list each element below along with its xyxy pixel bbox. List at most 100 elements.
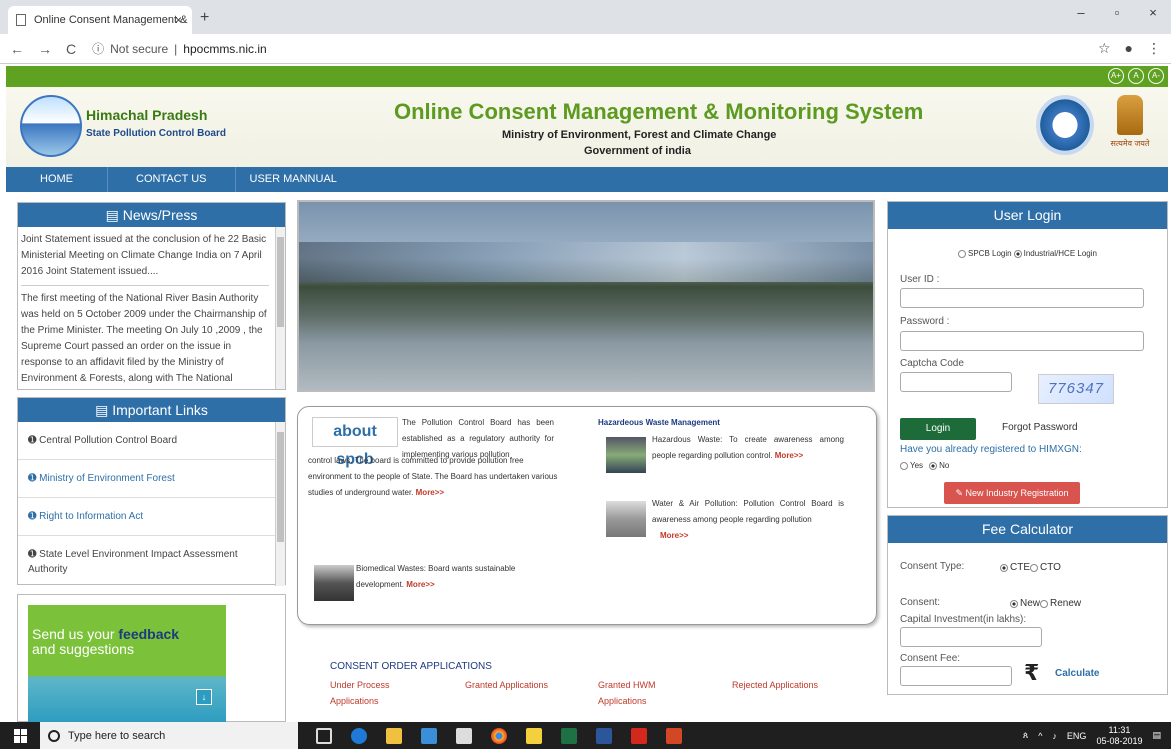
links-title: ▤ Important Links bbox=[18, 398, 285, 422]
close-window-button[interactable]: × bbox=[1135, 5, 1171, 20]
user-id-input[interactable] bbox=[900, 288, 1144, 308]
task-view-icon[interactable] bbox=[316, 727, 332, 744]
font-increase-button[interactable]: A+ bbox=[1108, 68, 1124, 84]
hazardous-waste-text: Hazardous Waste: To create awareness amo… bbox=[652, 435, 844, 460]
user-id-label: User ID : bbox=[900, 274, 940, 285]
consent-label: Consent: bbox=[900, 597, 941, 608]
word-icon[interactable] bbox=[596, 727, 612, 744]
volume-icon[interactable]: ♪ bbox=[1052, 731, 1057, 741]
mail-icon[interactable] bbox=[456, 727, 472, 744]
emblem-motto: सत्यमेव जयते bbox=[1110, 139, 1150, 148]
important-links-panel: ▤ Important Links ➊ Central Pollution Co… bbox=[17, 397, 286, 586]
industrial-login-radio[interactable]: Industrial/HCE Login bbox=[1013, 249, 1097, 258]
water-more-link[interactable]: More>> bbox=[660, 531, 688, 540]
link-cpcb[interactable]: ➊ Central Pollution Control Board bbox=[18, 422, 285, 460]
tray-expand-icon[interactable]: ^ bbox=[1038, 731, 1042, 741]
browser-menu-icon[interactable]: ⋮ bbox=[1147, 40, 1161, 57]
windows-start-icon[interactable] bbox=[14, 728, 28, 743]
language-indicator[interactable]: ENG bbox=[1067, 731, 1087, 741]
windows-taskbar: Type here to search ጰ ^ ♪ ENG 11:31 05-0… bbox=[0, 722, 1171, 749]
file-explorer-icon[interactable] bbox=[386, 727, 402, 744]
about-text-continued: control laws. The board is committed to … bbox=[308, 456, 558, 497]
menu-home[interactable]: HOME bbox=[6, 167, 108, 192]
excel-icon[interactable] bbox=[561, 727, 577, 744]
hazardous-more-link[interactable]: More>> bbox=[775, 451, 803, 460]
top-green-bar: A+ A A- bbox=[6, 66, 1168, 87]
fee-title: Fee Calculator bbox=[888, 516, 1167, 543]
water-air-image bbox=[606, 501, 646, 537]
powerpoint-icon[interactable] bbox=[666, 727, 682, 744]
info-icon[interactable]: ⓘ bbox=[92, 40, 104, 57]
new-tab-button[interactable]: + bbox=[200, 9, 209, 27]
granted-hwm-link[interactable]: Granted HWM Applications bbox=[598, 677, 662, 709]
minimize-button[interactable]: – bbox=[1063, 5, 1099, 20]
edge-icon[interactable] bbox=[351, 727, 367, 744]
news-item[interactable]: Joint Statement issued at the conclusion… bbox=[21, 227, 269, 286]
font-decrease-button[interactable]: A- bbox=[1148, 68, 1164, 84]
about-more-link[interactable]: More>> bbox=[416, 488, 444, 497]
bookmark-star-icon[interactable]: ☆ bbox=[1098, 40, 1111, 57]
maximize-button[interactable]: ▫ bbox=[1099, 5, 1135, 20]
bio-more-link[interactable]: More>> bbox=[406, 580, 434, 589]
store-icon[interactable] bbox=[421, 727, 437, 744]
org-name: Himachal Pradesh bbox=[86, 107, 208, 123]
chevron-down-icon[interactable]: ↓ bbox=[196, 689, 212, 705]
news-item[interactable]: The first meeting of the National River … bbox=[21, 286, 269, 389]
main-menu: HOME CONTACT US USER MANNUAL bbox=[6, 167, 1168, 192]
menu-contact-us[interactable]: CONTACT US bbox=[108, 167, 236, 192]
security-label: Not secure bbox=[110, 41, 169, 56]
acrobat-icon[interactable] bbox=[631, 727, 647, 744]
new-industry-registration-button[interactable]: ✎ New Industry Registration bbox=[944, 482, 1080, 504]
calculate-button[interactable]: Calculate bbox=[1055, 668, 1099, 679]
cortana-icon bbox=[48, 729, 60, 742]
forgot-password-link[interactable]: Forgot Password bbox=[1002, 422, 1078, 433]
tab-close-icon[interactable]: × bbox=[175, 13, 182, 27]
forward-icon[interactable]: → bbox=[38, 41, 52, 57]
under-process-link[interactable]: Under Process Applications bbox=[330, 677, 400, 709]
hpspcb-logo bbox=[20, 95, 82, 157]
biomedical-text: Biomedical Wastes: Board wants sustainab… bbox=[356, 564, 516, 589]
link-seiaa[interactable]: ➊ State Level Environment Impact Assessm… bbox=[18, 536, 285, 586]
people-icon[interactable]: ጰ bbox=[1023, 730, 1028, 741]
national-emblem-logo: सत्यमेव जयते bbox=[1110, 95, 1150, 157]
capital-investment-input[interactable] bbox=[900, 627, 1042, 647]
org-subtitle: State Pollution Control Board bbox=[86, 128, 226, 139]
login-button[interactable]: Login bbox=[900, 418, 976, 440]
captcha-label: Captcha Code bbox=[900, 358, 964, 369]
news-scrollbar[interactable] bbox=[275, 227, 285, 389]
yes-radio[interactable]: Yes bbox=[900, 461, 923, 470]
chrome-icon[interactable] bbox=[491, 727, 507, 744]
notification-icon[interactable]: ▤ bbox=[1152, 730, 1161, 741]
feedback-banner[interactable]: Send us your feedback and suggestions ↓ bbox=[28, 605, 226, 723]
renew-radio[interactable]: Renew bbox=[1040, 598, 1081, 609]
rejected-applications-link[interactable]: Rejected Applications bbox=[732, 677, 818, 693]
back-icon[interactable]: ← bbox=[10, 41, 24, 57]
captcha-input[interactable] bbox=[900, 372, 1012, 392]
link-rti[interactable]: ➊ Right to Information Act bbox=[18, 498, 285, 536]
taskbar-search[interactable]: Type here to search bbox=[40, 722, 298, 749]
reload-icon[interactable]: C bbox=[66, 41, 76, 57]
url-field[interactable]: ⓘ Not secure | hpocmms.nic.in bbox=[92, 40, 267, 57]
captcha-image: 776347 bbox=[1038, 374, 1114, 404]
new-radio[interactable]: New bbox=[1010, 598, 1040, 609]
capital-investment-label: Capital Investment(in lakhs): bbox=[900, 614, 1027, 625]
menu-user-manual[interactable]: USER MANNUAL bbox=[236, 167, 351, 192]
font-normal-button[interactable]: A bbox=[1128, 68, 1144, 84]
no-radio[interactable]: No bbox=[929, 461, 949, 470]
url-text[interactable]: hpocmms.nic.in bbox=[183, 42, 266, 56]
granted-applications-link[interactable]: Granted Applications bbox=[465, 677, 548, 693]
cto-radio[interactable]: CTO bbox=[1030, 562, 1061, 573]
cte-radio[interactable]: CTE bbox=[1000, 562, 1030, 573]
consent-fee-input[interactable] bbox=[900, 666, 1012, 686]
link-moef[interactable]: ➊ Ministry of Environment Forest bbox=[18, 460, 285, 498]
clock[interactable]: 11:31 05-08-2019 bbox=[1096, 725, 1142, 747]
sticky-notes-icon[interactable] bbox=[526, 727, 542, 744]
links-scrollbar[interactable] bbox=[275, 422, 285, 586]
biomedical-image bbox=[314, 565, 354, 601]
browser-tab[interactable]: Online Consent Management & × bbox=[8, 6, 192, 34]
password-input[interactable] bbox=[900, 331, 1144, 351]
account-icon[interactable]: ● bbox=[1125, 40, 1133, 57]
rupee-icon: ₹ bbox=[1024, 660, 1040, 685]
spcb-login-radio[interactable]: SPCB Login bbox=[958, 249, 1012, 258]
hazardous-waste-image bbox=[606, 437, 646, 473]
